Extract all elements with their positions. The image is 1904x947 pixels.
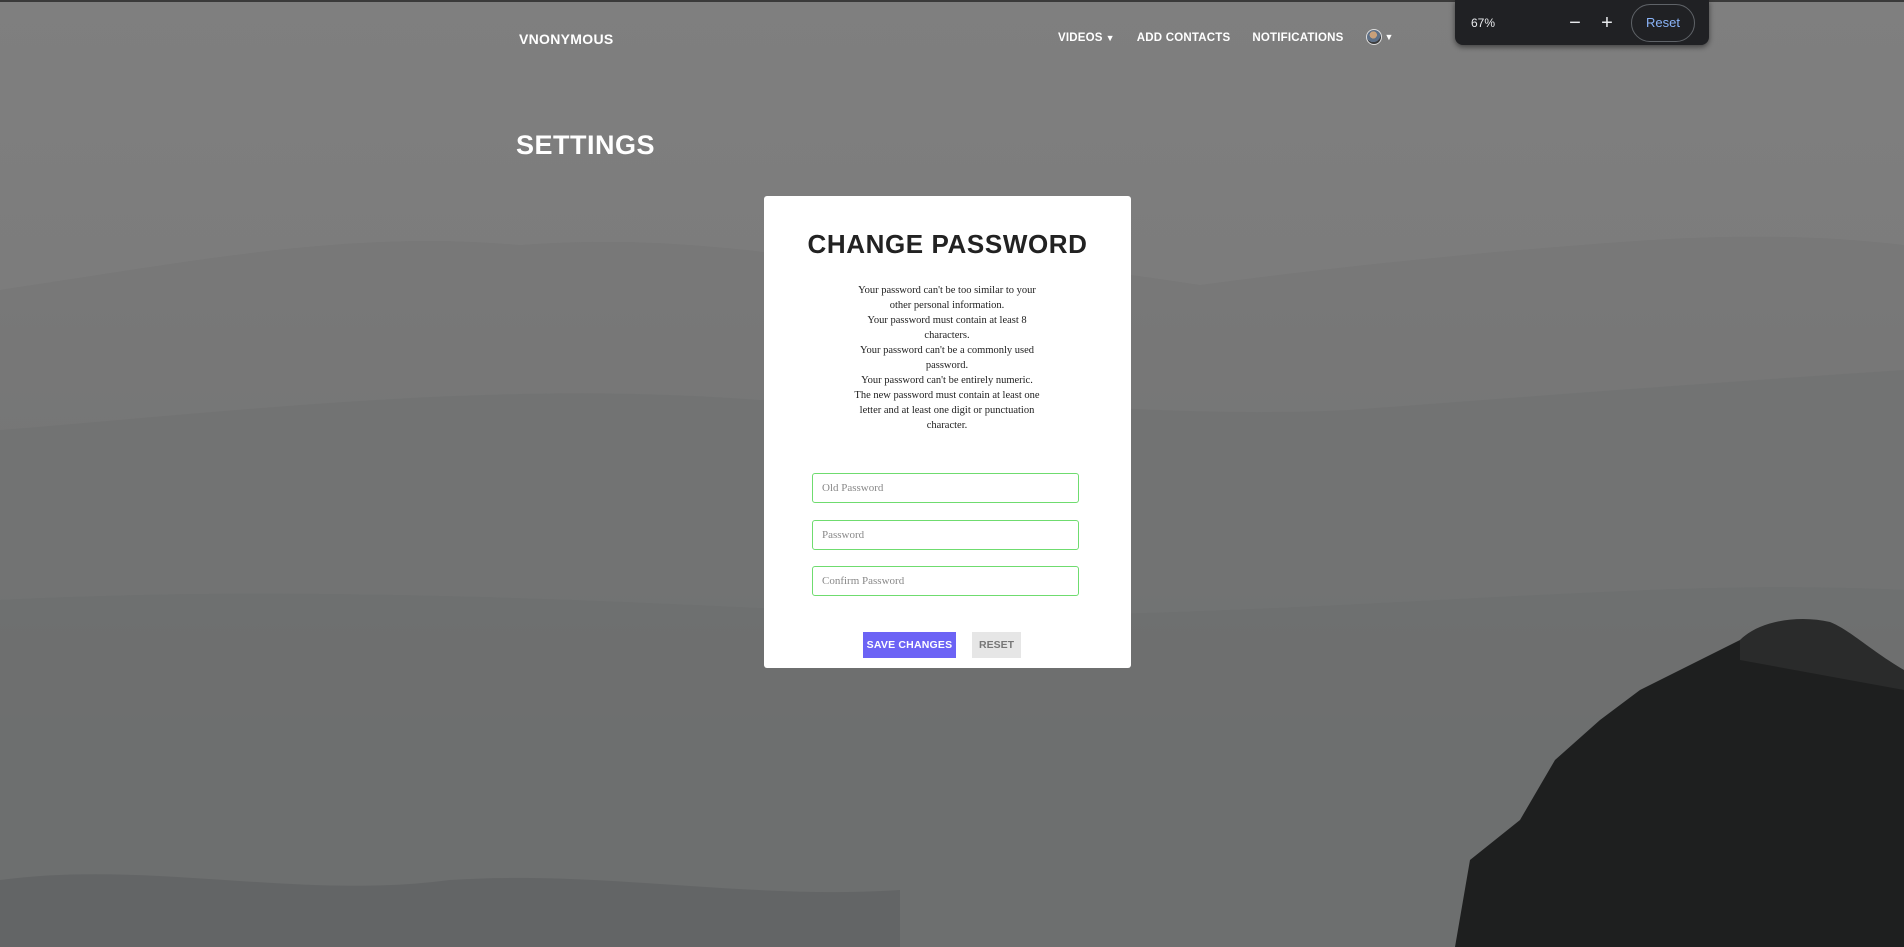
confirm-password-field[interactable]: [812, 566, 1079, 596]
nav-videos[interactable]: VIDEOS ▼: [1058, 32, 1115, 44]
caret-down-icon: ▼: [1384, 32, 1394, 42]
zoom-level: 67%: [1471, 15, 1496, 30]
nav-videos-label: VIDEOS: [1058, 32, 1103, 44]
password-rule: Your password can't be entirely numeric.: [861, 375, 1033, 386]
password-rule: The new password must contain at least o…: [854, 390, 1040, 431]
password-rule: Your password must contain at least 8 ch…: [867, 315, 1027, 341]
brand-logo[interactable]: VNONYMOUS: [519, 31, 614, 47]
change-password-card: CHANGE PASSWORD Your password can't be t…: [764, 196, 1131, 668]
card-title: CHANGE PASSWORD: [807, 229, 1088, 259]
password-rules: Your password can't be too similar to yo…: [847, 283, 1047, 433]
zoom-reset-button[interactable]: Reset: [1631, 3, 1695, 42]
zoom-in-button[interactable]: +: [1591, 13, 1623, 33]
browser-zoom-popup: 67% − + Reset: [1455, 0, 1709, 45]
password-rule: Your password can't be too similar to yo…: [858, 285, 1036, 311]
avatar: [1365, 29, 1382, 45]
page-title: SETTINGS: [516, 130, 656, 160]
nav-notifications[interactable]: NOTIFICATIONS: [1252, 32, 1343, 44]
old-password-field[interactable]: [812, 473, 1079, 503]
password-field[interactable]: [812, 520, 1079, 550]
save-changes-button[interactable]: SAVE CHANGES: [863, 632, 956, 658]
zoom-out-button[interactable]: −: [1559, 13, 1591, 33]
top-nav: VIDEOS ▼ ADD CONTACTS NOTIFICATIONS ▼: [1058, 29, 1394, 45]
nav-add-contacts[interactable]: ADD CONTACTS: [1137, 32, 1231, 44]
profile-menu[interactable]: ▼: [1365, 29, 1394, 45]
reset-button[interactable]: RESET: [972, 632, 1021, 658]
password-rule: Your password can't be a commonly used p…: [859, 345, 1035, 371]
caret-down-icon: ▼: [1105, 33, 1115, 43]
